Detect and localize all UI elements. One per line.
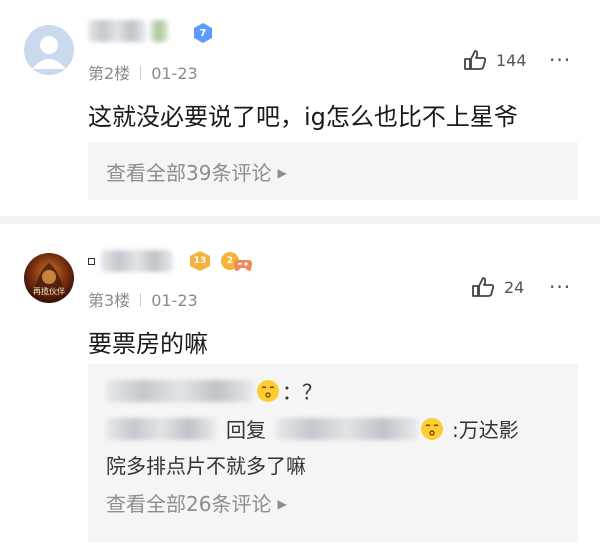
avatar[interactable]: 再揽伙伴	[24, 253, 74, 303]
level-badge-number: 13	[193, 256, 207, 266]
reply-author-blurred	[106, 379, 254, 402]
reply-text: :万达影	[452, 418, 519, 442]
divider	[0, 216, 600, 224]
avatar-caption: 再揽伙伴	[33, 287, 65, 296]
thumbs-up-icon	[464, 50, 487, 70]
username-blurred[interactable]	[88, 250, 173, 276]
post-date: 01-23	[151, 64, 198, 83]
comment-text: 这就没必要说了吧，ig怎么也比不上星爷	[88, 103, 518, 131]
post-meta: 第2楼 01-23	[88, 60, 198, 84]
reply-text: ：？	[282, 380, 322, 404]
default-avatar-icon	[32, 36, 66, 69]
replies-box: 查看全部39条评论 ▶	[88, 142, 578, 200]
thumbs-up-icon	[472, 277, 495, 297]
reply-action: 回复	[226, 418, 266, 442]
kiss-emoji-icon	[421, 417, 443, 440]
reply-target-blurred	[276, 417, 418, 440]
more-options-icon[interactable]: ···	[549, 48, 571, 72]
avatar[interactable]	[24, 25, 74, 75]
like-count: 144	[496, 50, 527, 70]
meta-separator	[140, 293, 142, 307]
comment-text: 要票房的嘛	[88, 330, 208, 358]
meta-separator	[140, 66, 142, 80]
caret-right-icon: ▶	[277, 497, 287, 511]
post-meta: 第3楼 01-23	[88, 287, 198, 311]
view-all-replies-link[interactable]: 查看全部26条评论 ▶	[106, 488, 287, 517]
comment-floor-2: 7 第2楼 01-23 144 ··· 这就没必要说了吧，ig怎么也比不上星爷 查…	[0, 0, 600, 215]
view-all-replies-label: 查看全部26条评论	[106, 492, 272, 516]
replies-box: ：？ 回复 :万达影 院多排点片不就多了嘛 查看全部26条评论 ▶	[88, 364, 578, 542]
level-badge-number: 7	[199, 27, 207, 39]
like-button[interactable]: 24	[470, 276, 524, 298]
floor-label: 第3楼	[88, 291, 131, 310]
like-count: 24	[504, 277, 525, 297]
floor-label: 第2楼	[88, 64, 131, 83]
reply-item[interactable]: 回复 :万达影	[106, 414, 519, 443]
kiss-emoji-icon	[257, 379, 279, 402]
like-button[interactable]: 144	[462, 49, 527, 71]
view-all-replies-label: 查看全部39条评论	[106, 161, 272, 185]
username-blurred[interactable]	[88, 20, 168, 46]
caret-right-icon: ▶	[277, 166, 287, 180]
gamepad-icon	[234, 260, 252, 271]
reply-item[interactable]: ：？	[106, 376, 322, 405]
reply-text-continued: 院多排点片不就多了嘛	[106, 454, 306, 478]
view-all-replies-link[interactable]: 查看全部39条评论 ▶	[106, 157, 287, 186]
more-options-icon[interactable]: ···	[549, 275, 571, 299]
comment-floor-3: 再揽伙伴 13 2 第3楼 01-23 24 ··· 要票房的嘛 ：？ 回复:…	[0, 224, 600, 547]
reply-author-blurred	[106, 417, 216, 440]
square-icon	[88, 257, 95, 265]
post-date: 01-23	[151, 291, 198, 310]
